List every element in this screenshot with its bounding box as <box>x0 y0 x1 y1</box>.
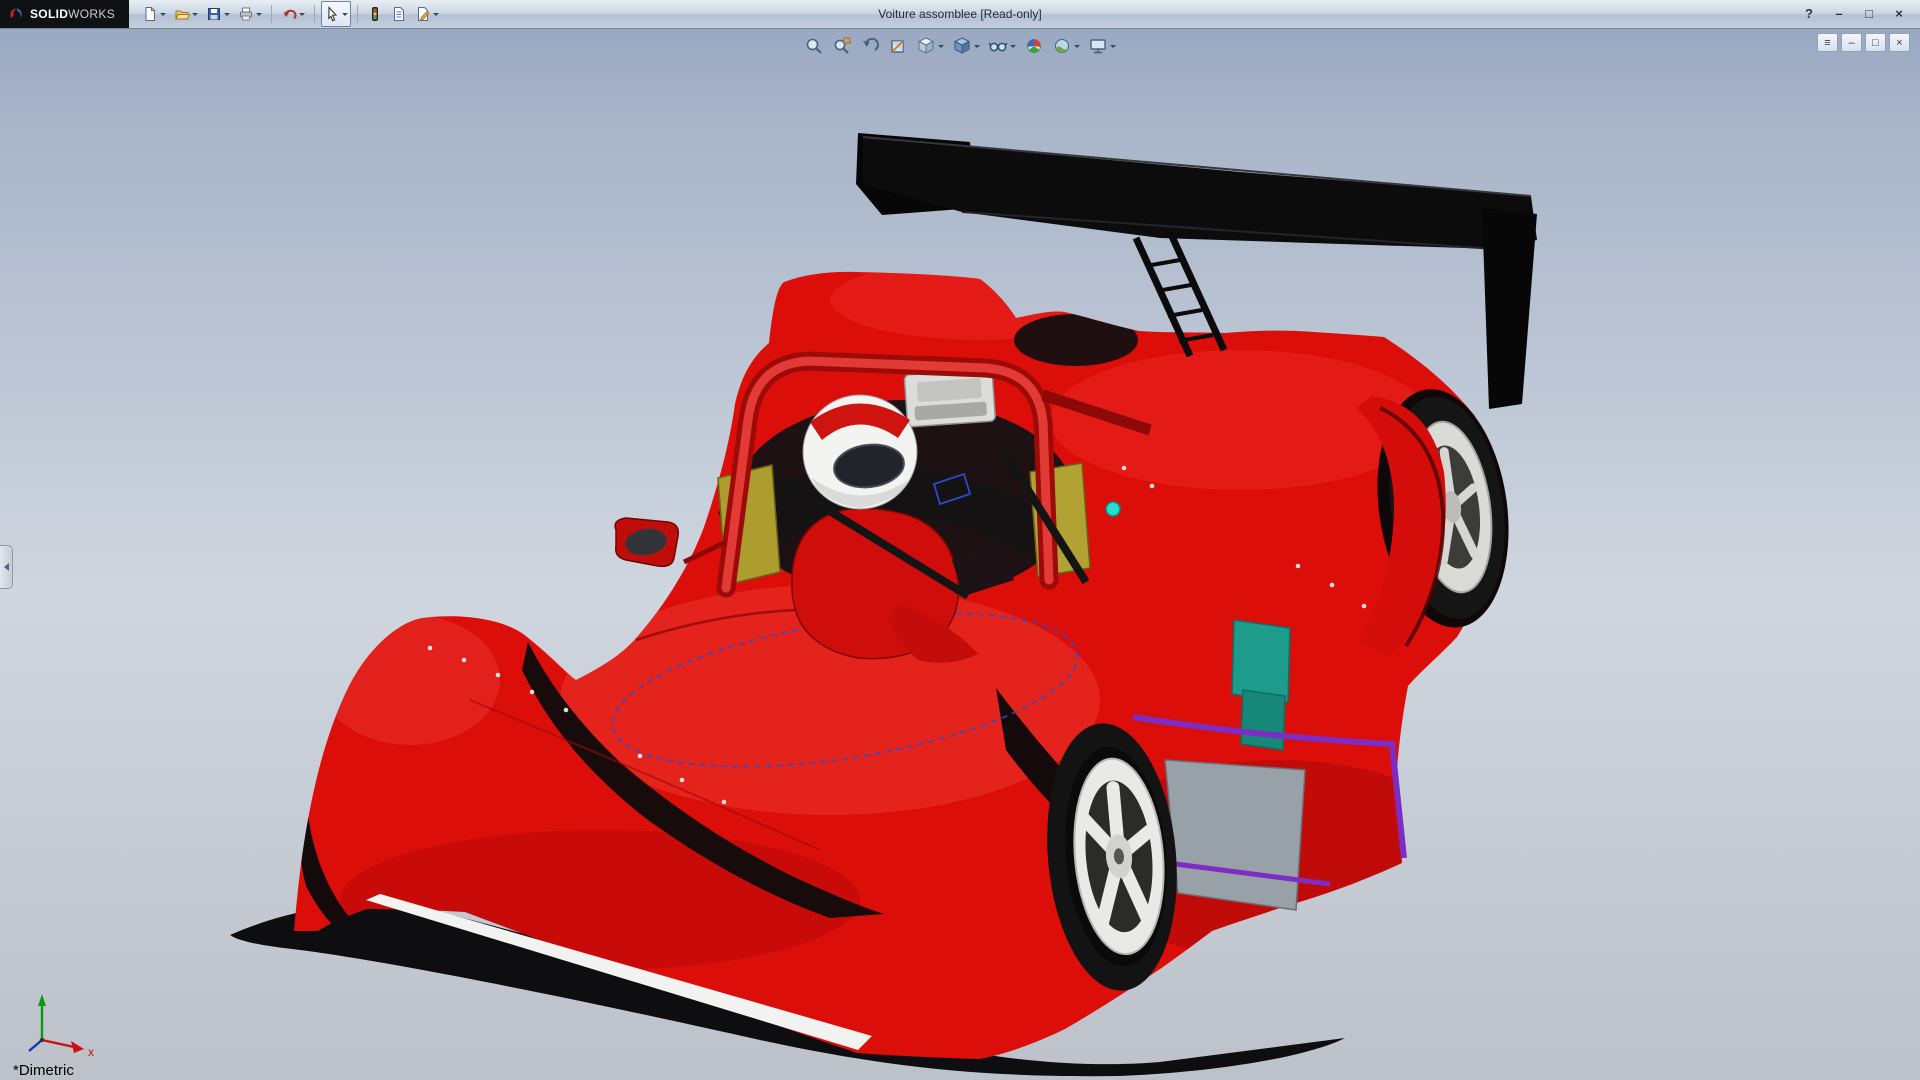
cowl-duct-box[interactable] <box>904 369 995 427</box>
dropdown-caret-icon[interactable] <box>160 13 166 16</box>
panel-collapse-tab[interactable] <box>0 545 13 589</box>
doc-restore-button[interactable]: □ <box>1865 33 1886 52</box>
title-bar: SOLIDWORKS <box>0 0 1920 29</box>
window-title: Voiture assomblee [Read-only] <box>878 7 1041 21</box>
hide-show-items-button[interactable] <box>986 33 1018 59</box>
save-button[interactable] <box>203 1 233 27</box>
file-properties-button[interactable] <box>388 1 410 27</box>
dropdown-caret-icon[interactable] <box>938 45 944 48</box>
dropdown-caret-icon[interactable] <box>192 13 198 16</box>
zoom-to-area-button[interactable] <box>830 33 854 59</box>
sill-panel[interactable] <box>1165 760 1305 910</box>
new-document-button[interactable] <box>139 1 169 27</box>
viewport-3d-canvas[interactable] <box>0 0 1920 1080</box>
edit-appearance-button[interactable] <box>1022 33 1046 59</box>
dropdown-caret-icon[interactable] <box>342 13 348 16</box>
section-view-button[interactable] <box>886 33 910 59</box>
view-settings-button[interactable] <box>1086 33 1118 59</box>
previous-view-icon <box>860 36 880 56</box>
toolbar-separator <box>357 5 358 23</box>
dropdown-caret-icon[interactable] <box>974 45 980 48</box>
zoom-to-fit-button[interactable] <box>802 33 826 59</box>
save-floppy-icon <box>206 6 222 22</box>
app-logo: SOLIDWORKS <box>0 0 129 28</box>
hide-show-glasses-icon <box>988 36 1008 56</box>
undo-button[interactable] <box>278 1 308 27</box>
select-button[interactable] <box>321 1 351 27</box>
cyan-fastener[interactable] <box>1106 502 1120 516</box>
view-settings-monitor-icon <box>1088 36 1108 56</box>
doc-minimize-button[interactable]: – <box>1841 33 1862 52</box>
view-orientation-button[interactable] <box>914 33 946 59</box>
brand-icon <box>8 6 24 22</box>
zoom-to-area-icon <box>832 36 852 56</box>
main-toolbar <box>129 1 442 27</box>
print-button[interactable] <box>235 1 265 27</box>
undo-arrow-icon <box>281 6 297 22</box>
zoom-to-fit-icon <box>804 36 824 56</box>
dropdown-caret-icon[interactable] <box>1074 45 1080 48</box>
apply-scene-icon <box>1052 36 1072 56</box>
y-axis-arrow <box>38 994 46 1006</box>
minimize-button[interactable]: – <box>1830 5 1848 23</box>
toolbar-separator <box>314 5 315 23</box>
dropdown-caret-icon[interactable] <box>1110 45 1116 48</box>
view-orientation-label: *Dimetric <box>13 1062 74 1079</box>
window-controls: ? – □ × <box>1800 5 1920 23</box>
edit-appearance-ball-icon <box>1024 36 1044 56</box>
orientation-triad: x <box>8 988 108 1060</box>
rebuild-stoplight-icon <box>367 6 383 22</box>
x-axis-arrow <box>71 1041 84 1053</box>
section-view-icon <box>888 36 908 56</box>
heads-up-view-toolbar <box>802 33 1118 59</box>
new-document-icon <box>142 6 158 22</box>
file-properties-icon <box>391 6 407 22</box>
apply-scene-button[interactable] <box>1050 33 1082 59</box>
doc-menu-button[interactable]: ≡ <box>1817 33 1838 52</box>
rebuild-button[interactable] <box>364 1 386 27</box>
brand-name-regular: WORKS <box>68 7 115 21</box>
open-button[interactable] <box>171 1 201 27</box>
select-cursor-icon <box>324 6 340 22</box>
options-button[interactable] <box>412 1 442 27</box>
open-folder-icon <box>174 6 190 22</box>
help-button[interactable]: ? <box>1800 5 1818 23</box>
dropdown-caret-icon[interactable] <box>299 13 305 16</box>
dropdown-caret-icon[interactable] <box>256 13 262 16</box>
brand-name-bold: SOLID <box>30 7 68 21</box>
chevron-left-icon <box>4 563 9 571</box>
z-axis-arrow <box>29 1040 42 1051</box>
dropdown-caret-icon[interactable] <box>224 13 230 16</box>
options-pencil-icon <box>415 6 431 22</box>
doc-close-button[interactable]: × <box>1889 33 1910 52</box>
print-icon <box>238 6 254 22</box>
close-button[interactable]: × <box>1890 5 1908 23</box>
view-orientation-cube-icon <box>916 36 936 56</box>
toolbar-separator <box>271 5 272 23</box>
display-style-cube-icon <box>952 36 972 56</box>
document-window-controls: ≡ – □ × <box>1817 33 1910 52</box>
previous-view-button[interactable] <box>858 33 882 59</box>
dropdown-caret-icon[interactable] <box>1010 45 1016 48</box>
x-axis-label: x <box>88 1045 94 1059</box>
dropdown-caret-icon[interactable] <box>433 13 439 16</box>
display-style-button[interactable] <box>950 33 982 59</box>
maximize-button[interactable]: □ <box>1860 5 1878 23</box>
